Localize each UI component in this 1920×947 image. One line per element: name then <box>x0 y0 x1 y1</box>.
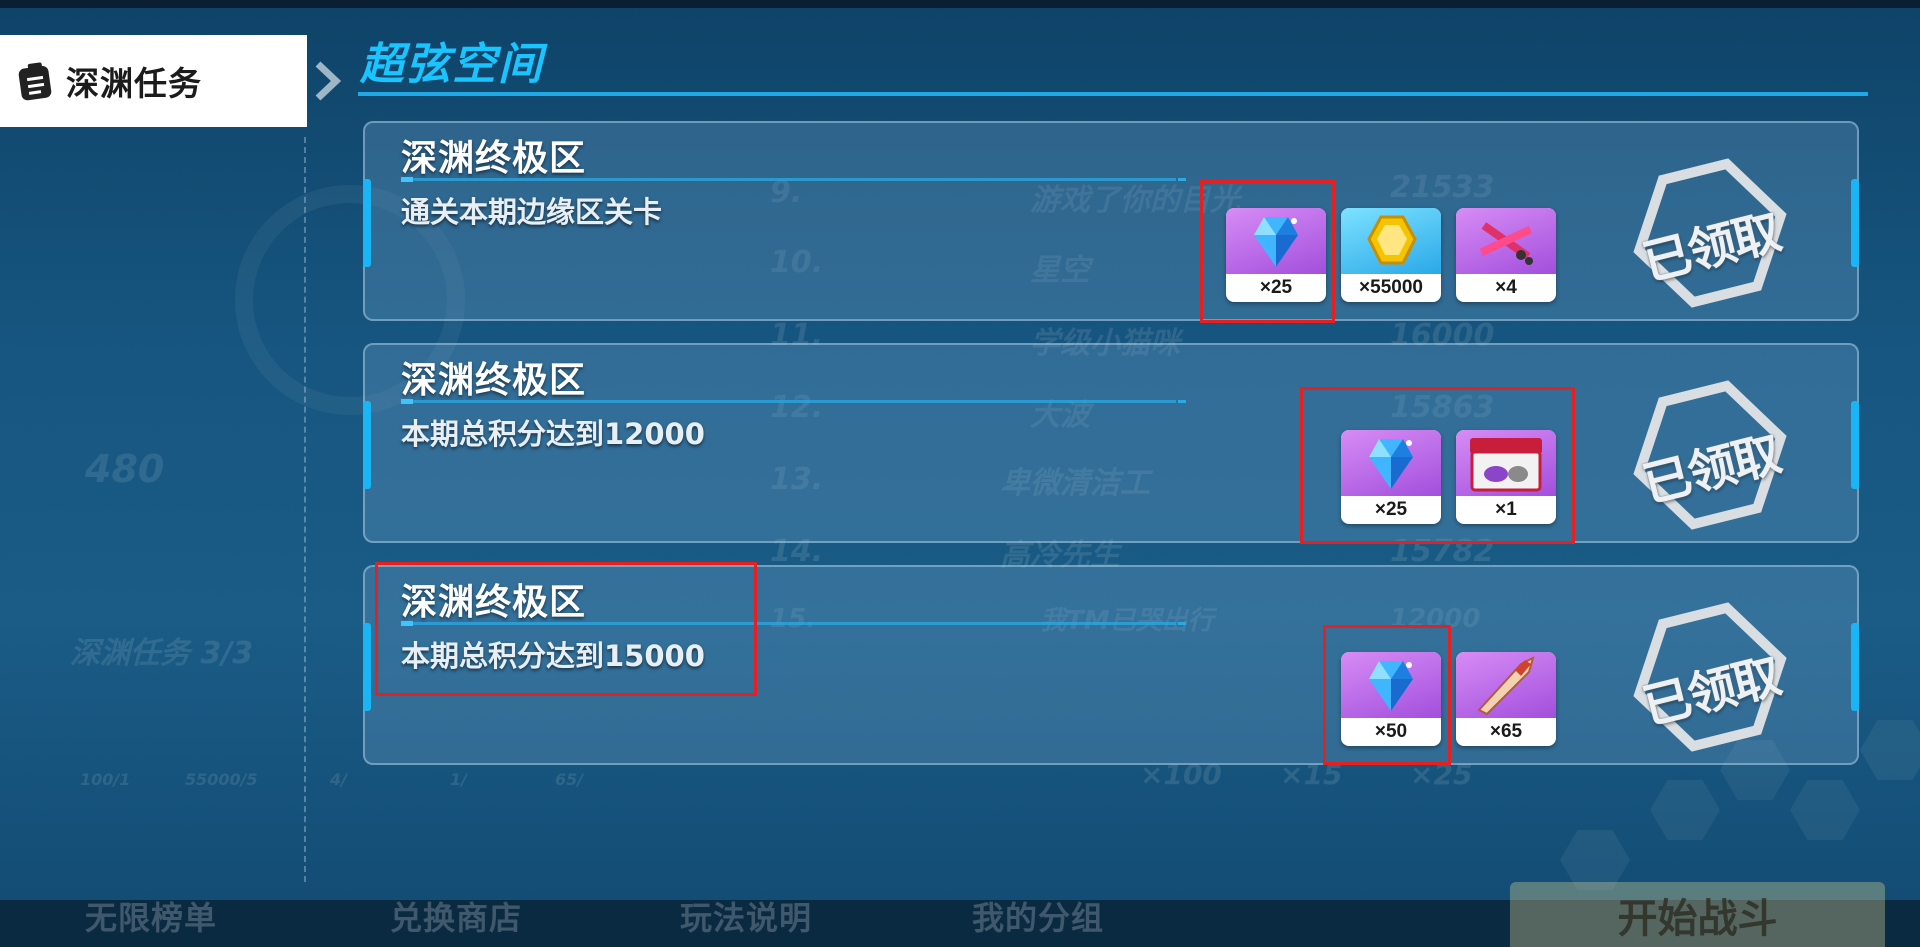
bg-hex-3 <box>1650 780 1720 840</box>
task-description: 通关本期边缘区关卡 <box>401 195 663 229</box>
nav-exchange-shop[interactable]: 兑换商店 <box>390 893 522 939</box>
bg-left-task-progress: 深渊任务 3/3 <box>70 636 254 671</box>
chevron-right-icon <box>312 60 342 106</box>
crystal-icon <box>1341 652 1441 718</box>
start-battle-button[interactable]: 开始战斗 <box>1510 882 1885 947</box>
abyss-task-tab-label: 深渊任务 <box>66 64 202 103</box>
reward-quantity: ×25 <box>1374 499 1408 520</box>
section-title: 超弦空间 <box>360 39 544 90</box>
task-description: 本期总积分达到12000 <box>401 417 705 451</box>
nav-how-to-play[interactable]: 玩法说明 <box>680 893 812 939</box>
task-card: 深渊终极区 通关本期边缘区关卡 ×25 ×55000 ×4 已领取 <box>363 121 1859 321</box>
reward-quantity: ×50 <box>1374 721 1408 742</box>
task-title: 深渊终极区 <box>401 582 587 623</box>
card-accent-right <box>1851 179 1859 267</box>
reward-item[interactable]: ×25 <box>1341 430 1441 524</box>
card-accent-left <box>363 401 371 489</box>
bg-small-5: 65/ <box>555 770 584 789</box>
section-title-underline <box>358 92 1868 96</box>
reward-quantity: ×25 <box>1259 277 1293 298</box>
bg-left-score: 480 <box>85 447 165 491</box>
task-title-underline <box>401 399 1186 404</box>
reward-item[interactable]: ×55000 <box>1341 208 1441 302</box>
task-title-underline <box>401 621 1186 626</box>
task-title: 深渊终极区 <box>401 138 587 179</box>
top-edge-band <box>0 0 1920 8</box>
bg-small-1: 100/1 <box>80 770 131 789</box>
reward-quantity: ×55000 <box>1359 277 1423 298</box>
bg-hex-4 <box>1860 720 1920 780</box>
sidebar-divider <box>304 137 306 882</box>
card-accent-left <box>363 623 371 711</box>
gold-coin-icon <box>1341 208 1441 274</box>
bg-hex-2 <box>1790 780 1860 840</box>
task-description: 本期总积分达到15000 <box>401 639 705 673</box>
task-title-underline <box>401 177 1186 182</box>
bg-hex-5 <box>1560 830 1630 890</box>
claimed-stamp: 已领取 <box>1625 158 1795 308</box>
nav-leaderboard[interactable]: 无限榜单 <box>85 893 217 939</box>
crystal-icon <box>1226 208 1326 274</box>
reward-item[interactable]: ×65 <box>1456 652 1556 746</box>
reward-item[interactable]: ×25 <box>1226 208 1326 302</box>
card-accent-right <box>1851 623 1859 711</box>
claimed-stamp: 已领取 <box>1625 380 1795 530</box>
clipboard-icon <box>16 61 56 101</box>
reward-quantity: ×1 <box>1495 499 1517 520</box>
weapon-parts-icon <box>1456 208 1556 274</box>
supply-box-icon <box>1456 430 1556 496</box>
task-title: 深渊终极区 <box>401 360 587 401</box>
crystal-icon <box>1341 430 1441 496</box>
reward-item[interactable]: ×50 <box>1341 652 1441 746</box>
card-accent-right <box>1851 401 1859 489</box>
nav-my-group[interactable]: 我的分组 <box>972 893 1104 939</box>
reward-quantity: ×4 <box>1495 277 1517 298</box>
abyss-task-tab[interactable]: 深渊任务 <box>0 35 307 127</box>
blade-fragment-icon <box>1456 652 1556 718</box>
bg-small-2: 55000/5 <box>185 770 258 789</box>
task-card: 深渊终极区 本期总积分达到15000 ×50 ×65 已领取 <box>363 565 1859 765</box>
reward-item[interactable]: ×4 <box>1456 208 1556 302</box>
reward-item[interactable]: ×1 <box>1456 430 1556 524</box>
claimed-stamp: 已领取 <box>1625 602 1795 752</box>
task-card: 深渊终极区 本期总积分达到12000 ×25 ×1 已领取 <box>363 343 1859 543</box>
reward-quantity: ×65 <box>1489 721 1523 742</box>
bg-small-3: 4/ <box>330 770 347 789</box>
card-accent-left <box>363 179 371 267</box>
bg-small-4: 1/ <box>450 770 467 789</box>
